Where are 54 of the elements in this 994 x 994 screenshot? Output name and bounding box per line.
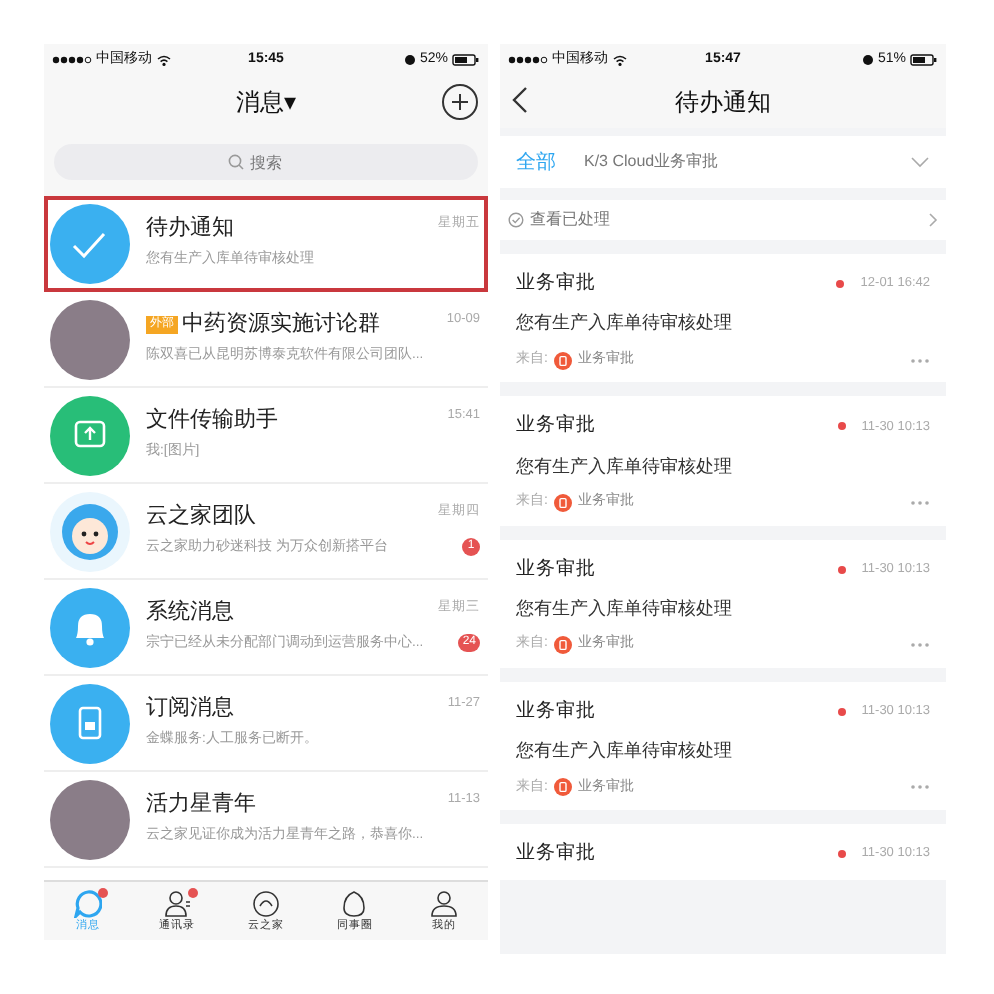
contacts-icon [163, 889, 192, 917]
view-processed-row[interactable]: 查看已处理 [500, 200, 946, 240]
more-icon [910, 784, 930, 791]
avatar-icon [50, 587, 130, 667]
battery-icon [910, 54, 938, 66]
battery-icon [452, 54, 480, 66]
chat-bubble-icon [74, 889, 103, 917]
task-message: 您有生产入库单待审核处理 [516, 595, 734, 622]
photo-placeholder [50, 299, 130, 379]
photo-placeholder [50, 779, 130, 859]
task-message: 您有生产入库单待审核处理 [516, 738, 734, 764]
plus-icon [450, 92, 470, 112]
conversation-title: 云之家团队 [146, 504, 256, 530]
task-title: 业务审批 [516, 270, 598, 298]
wifi-icon [612, 54, 628, 66]
task-title: 业务审批 [516, 840, 598, 868]
app-icon [553, 493, 572, 512]
screen-title: 待办通知 [675, 86, 771, 120]
avatar-icon [50, 683, 130, 763]
mascot-avatar [50, 491, 130, 571]
task-title: 业务审批 [516, 555, 598, 583]
back-button[interactable] [512, 86, 528, 114]
task-title: 业务审批 [516, 412, 598, 441]
search-icon [228, 154, 244, 170]
back-icon [512, 86, 528, 114]
wifi-icon [156, 54, 172, 66]
avatar-icon [50, 203, 130, 283]
search-field[interactable]: 搜索 [54, 144, 478, 180]
signal-icon [52, 56, 92, 64]
task-title: 业务审批 [516, 697, 598, 726]
conversation-title: 订阅消息 [146, 696, 234, 722]
person-icon [429, 889, 458, 917]
conversation-title: 待办通知 [146, 216, 234, 242]
app-icon [553, 351, 572, 369]
app-icon [553, 778, 572, 797]
more-icon [910, 642, 930, 648]
signal-icon [508, 56, 548, 64]
cloud-circle-icon [252, 889, 281, 917]
chevron-right-icon [928, 212, 938, 228]
conversation-title: 中药资源实施讨论群 [182, 312, 380, 338]
filter-tab[interactable]: K/3 Cloud业务审批 [584, 150, 719, 174]
screen-title: 消息▾ [236, 86, 296, 120]
avatar-icon [50, 395, 130, 475]
task-message: 您有生产入库单待审核处理 [516, 453, 734, 479]
conversation-title: 文件传输助手 [146, 408, 278, 434]
conversation-title: 系统消息 [146, 600, 234, 626]
more-icon [910, 357, 930, 363]
add-button[interactable] [442, 84, 478, 120]
chevron-down-icon [910, 156, 930, 168]
conversation-title: 活力星青年 [146, 792, 256, 818]
check-circle-icon [508, 212, 524, 228]
app-icon [553, 636, 572, 654]
more-icon [910, 499, 930, 506]
task-message: 您有生产入库单待审核处理 [516, 310, 734, 337]
